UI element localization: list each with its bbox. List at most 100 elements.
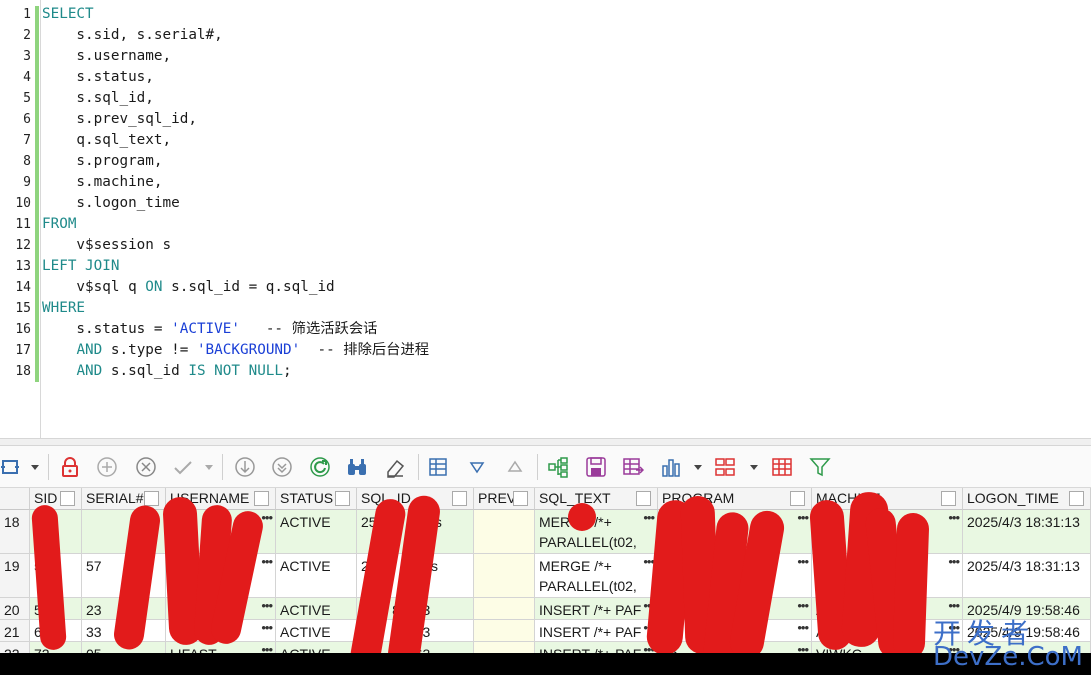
- row-number[interactable]: 21: [0, 620, 30, 642]
- row-number[interactable]: 20: [0, 598, 30, 620]
- grid-cell-prev[interactable]: [474, 554, 535, 598]
- grid-cell-status[interactable]: ACTIVE: [276, 642, 357, 653]
- grid-cell-status[interactable]: ACTIVE: [276, 510, 357, 554]
- grid-icon[interactable]: [770, 455, 794, 479]
- cell-expand-button[interactable]: •••: [797, 554, 809, 572]
- code-line[interactable]: v$session s: [42, 235, 429, 256]
- pivot-icon[interactable]: [713, 455, 737, 479]
- connect-icon[interactable]: [0, 455, 24, 479]
- lock-icon[interactable]: [58, 455, 82, 479]
- grid-cell-status[interactable]: ACTIVE: [276, 620, 357, 642]
- column-header-logon_time[interactable]: LOGON_TIME: [963, 488, 1091, 510]
- clear-icon[interactable]: [383, 455, 407, 479]
- chevron-down-icon[interactable]: [205, 465, 213, 470]
- row-number[interactable]: 18: [0, 510, 30, 554]
- column-filter-checkbox[interactable]: [1069, 491, 1084, 506]
- column-filter-checkbox[interactable]: [790, 491, 805, 506]
- grid-cell-sql_text[interactable]: INSERT /*+ PAF•••: [535, 620, 658, 642]
- delete-row-icon[interactable]: [134, 455, 158, 479]
- code-line[interactable]: s.prev_sql_id,: [42, 109, 429, 130]
- cell-expand-button[interactable]: •••: [643, 510, 655, 528]
- divider: [537, 454, 538, 480]
- sql-editor[interactable]: 1 2 3 4 5 6 7 8 9 10 11 12 13 14 15 16 17 18 SELECT s.sid…: [0, 0, 1091, 438]
- code-line[interactable]: AND s.sql_id IS NOT NULL;: [42, 361, 429, 382]
- column-filter-checkbox[interactable]: [60, 491, 75, 506]
- column-filter-checkbox[interactable]: [144, 491, 159, 506]
- code-area[interactable]: SELECT s.sid, s.serial#, s.username, s.s…: [42, 4, 429, 382]
- column-filter-checkbox[interactable]: [636, 491, 651, 506]
- refresh-icon[interactable]: [308, 455, 332, 479]
- cell-expand-button[interactable]: •••: [797, 510, 809, 528]
- single-record-icon[interactable]: [427, 455, 451, 479]
- cell-expand-button[interactable]: •••: [948, 510, 960, 528]
- chevron-down-icon[interactable]: [750, 465, 758, 470]
- code-line[interactable]: LEFT JOIN: [42, 256, 429, 277]
- code-line[interactable]: s.machine,: [42, 172, 429, 193]
- chart-icon[interactable]: [659, 455, 683, 479]
- add-row-icon[interactable]: [95, 455, 119, 479]
- code-line[interactable]: FROM: [42, 214, 429, 235]
- column-filter-checkbox[interactable]: [254, 491, 269, 506]
- grid-cell-sql_text[interactable]: MERGE /*+ PARALLEL(t02, •••: [535, 510, 658, 554]
- grid-cell-prev[interactable]: [474, 642, 535, 653]
- cell-expand-button[interactable]: •••: [948, 554, 960, 572]
- grid-cell-status[interactable]: ACTIVE: [276, 554, 357, 598]
- fetch-next-icon[interactable]: [233, 455, 257, 479]
- grid-cell-prev[interactable]: [474, 598, 535, 620]
- column-filter-checkbox[interactable]: [941, 491, 956, 506]
- grid-cell-logon_time[interactable]: 2025/4/3 18:31:13: [963, 554, 1091, 598]
- grid-cell-sql_text[interactable]: MERGE /*+ PARALLEL(t02, •••: [535, 554, 658, 598]
- save-icon[interactable]: [584, 455, 608, 479]
- code-line[interactable]: SELECT: [42, 4, 429, 25]
- grid-cell-prev[interactable]: [474, 510, 535, 554]
- funnel-icon[interactable]: [808, 455, 832, 479]
- find-icon[interactable]: [345, 455, 369, 479]
- code-line[interactable]: s.logon_time: [42, 193, 429, 214]
- code-line[interactable]: v$sql q ON s.sql_id = q.sql_id: [42, 277, 429, 298]
- cell-expand-button[interactable]: •••: [261, 620, 273, 638]
- column-filter-checkbox[interactable]: [513, 491, 528, 506]
- code-line[interactable]: s.program,: [42, 151, 429, 172]
- column-header-sql_text[interactable]: SQL_TEXT: [535, 488, 658, 510]
- chevron-down-icon[interactable]: [31, 465, 39, 470]
- column-header-status[interactable]: STATUS: [276, 488, 357, 510]
- gutter-divider: [40, 0, 41, 438]
- grid-cell-prev[interactable]: [474, 620, 535, 642]
- code-line[interactable]: s.sql_id,: [42, 88, 429, 109]
- grid-cell-logon_time[interactable]: 2025/4/3 18:31:13: [963, 510, 1091, 554]
- code-line[interactable]: WHERE: [42, 298, 429, 319]
- grid-corner[interactable]: [0, 488, 30, 510]
- row-number[interactable]: 22: [0, 642, 30, 653]
- cell-expand-button[interactable]: •••: [797, 598, 809, 616]
- grid-cell-sql_text[interactable]: INSERT /*+ PAF•••: [535, 642, 658, 653]
- grid-cell-sql_text[interactable]: INSERT /*+ PAF•••: [535, 598, 658, 620]
- cell-expand-button[interactable]: •••: [261, 598, 273, 616]
- splitter[interactable]: [0, 438, 1091, 446]
- filter-up-icon[interactable]: [503, 455, 527, 479]
- cell-expand-button[interactable]: •••: [261, 554, 273, 572]
- cell-expand-button[interactable]: •••: [261, 642, 273, 653]
- code-line[interactable]: s.sid, s.serial#,: [42, 25, 429, 46]
- code-line[interactable]: q.sql_text,: [42, 130, 429, 151]
- fetch-all-icon[interactable]: [270, 455, 294, 479]
- cell-value: 21: [4, 624, 20, 640]
- row-number[interactable]: 19: [0, 554, 30, 598]
- filter-down-icon[interactable]: [465, 455, 489, 479]
- column-filter-checkbox[interactable]: [452, 491, 467, 506]
- commit-icon[interactable]: [171, 455, 195, 479]
- export-icon[interactable]: [621, 455, 645, 479]
- chevron-down-icon[interactable]: [694, 465, 702, 470]
- code-line[interactable]: AND s.type != 'BACKGROUND' -- 排除后台进程: [42, 340, 429, 361]
- column-header-prev_[interactable]: PREV_: [474, 488, 535, 510]
- cell-value: 20: [4, 602, 20, 618]
- code-line[interactable]: s.username,: [42, 46, 429, 67]
- tree-icon[interactable]: [546, 455, 570, 479]
- divider: [418, 454, 419, 480]
- code-line[interactable]: s.status = 'ACTIVE' -- 筛选活跃会话: [42, 319, 429, 340]
- column-filter-checkbox[interactable]: [335, 491, 350, 506]
- column-header-serial[interactable]: SERIAL#: [82, 488, 166, 510]
- cell-expand-button[interactable]: •••: [797, 620, 809, 638]
- code-line[interactable]: s.status,: [42, 67, 429, 88]
- grid-cell-status[interactable]: ACTIVE: [276, 598, 357, 620]
- cell-expand-button[interactable]: •••: [797, 642, 809, 653]
